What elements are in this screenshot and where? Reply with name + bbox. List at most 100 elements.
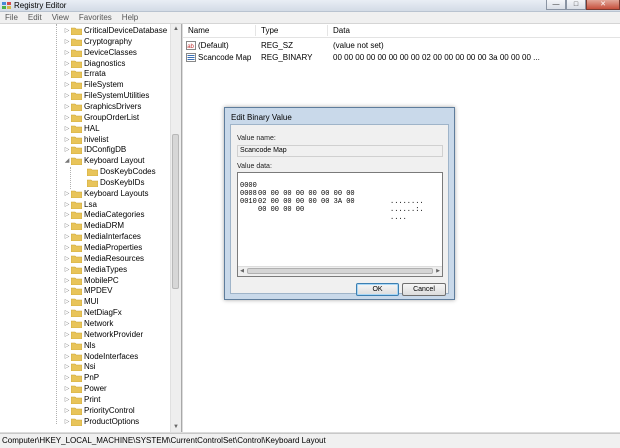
folder-icon: [71, 71, 82, 79]
scroll-down-icon[interactable]: ▼: [171, 422, 181, 432]
expand-arrow-icon[interactable]: ▷: [63, 297, 71, 308]
expand-arrow-icon[interactable]: ▷: [63, 102, 71, 113]
tree-item-label: Print: [84, 394, 101, 404]
maximize-icon: □: [573, 1, 579, 8]
tree-item-label: FileSystem: [84, 80, 124, 90]
folder-icon: [87, 168, 98, 176]
expand-arrow-icon[interactable]: ▷: [63, 189, 71, 200]
folder-icon: [71, 92, 82, 101]
expand-arrow-icon[interactable]: ▷: [63, 352, 71, 363]
expand-arrow-icon[interactable]: ▷: [63, 113, 71, 124]
folder-icon: [71, 353, 82, 361]
cancel-button[interactable]: Cancel: [402, 283, 446, 296]
hex-scroll-thumb[interactable]: [247, 268, 433, 274]
tree-item-label: Keyboard Layouts: [84, 188, 149, 198]
value-type: REG_BINARY: [261, 53, 313, 62]
tree-item-label: DeviceClasses: [84, 47, 137, 57]
expand-arrow-icon[interactable]: ▷: [63, 59, 71, 70]
tree-item-label: Errata: [84, 69, 106, 79]
column-name[interactable]: Name: [188, 24, 209, 37]
menu-edit[interactable]: Edit: [23, 12, 47, 23]
expand-arrow-icon[interactable]: ▷: [63, 395, 71, 406]
expand-arrow-icon[interactable]: ▷: [63, 406, 71, 417]
value-data-hex-editor[interactable]: 0000 00 00 00 00 00 00 00 00 ........ 00…: [237, 172, 443, 277]
scroll-left-icon[interactable]: ◀: [238, 267, 246, 276]
maximize-button[interactable]: □: [566, 0, 586, 10]
tree-item-label: PriorityControl: [84, 405, 135, 415]
expand-arrow-icon[interactable]: ▷: [63, 37, 71, 48]
expand-arrow-icon[interactable]: ▷: [63, 417, 71, 428]
expand-arrow-icon[interactable]: ▷: [63, 232, 71, 243]
menu-help[interactable]: Help: [117, 12, 143, 23]
expand-arrow-icon[interactable]: ▷: [63, 308, 71, 319]
expand-arrow-icon[interactable]: ▷: [63, 210, 71, 221]
close-icon: ✕: [600, 1, 606, 8]
tree-item-label: MediaDRM: [84, 221, 125, 231]
expand-arrow-icon[interactable]: ▷: [63, 243, 71, 254]
menu-favorites[interactable]: Favorites: [74, 12, 117, 23]
ok-button[interactable]: OK: [356, 283, 399, 296]
edit-binary-value-dialog: Edit Binary Value Value name: Scancode M…: [224, 107, 455, 300]
tree-item-label: IDConfigDB: [84, 145, 127, 155]
value-name: Scancode Map: [198, 53, 252, 62]
expand-arrow-icon[interactable]: ▷: [63, 330, 71, 341]
tree-item-label: DosKeybCodes: [100, 167, 156, 176]
expand-arrow-icon[interactable]: ▷: [63, 384, 71, 395]
expand-arrow-icon[interactable]: ▷: [63, 373, 71, 384]
column-separator[interactable]: [327, 25, 328, 36]
tree-item-label: MobilePC: [84, 275, 119, 285]
folder-icon: [71, 255, 82, 263]
scroll-up-icon[interactable]: ▲: [171, 24, 181, 34]
dialog-title: Edit Binary Value: [231, 113, 292, 122]
expand-arrow-icon[interactable]: ▷: [63, 254, 71, 265]
tree-scrollbar[interactable]: ▲ ▼: [170, 24, 181, 432]
hex-horizontal-scrollbar[interactable]: ◀ ▶: [238, 266, 442, 276]
tree-item-label: hivelist: [84, 134, 109, 144]
menu-view[interactable]: View: [47, 12, 74, 23]
value-row-scancode-map[interactable]: Scancode Map REG_BINARY 00 00 00 00 00 0…: [183, 52, 620, 63]
expand-arrow-icon[interactable]: ▷: [63, 145, 71, 156]
close-button[interactable]: ✕: [586, 0, 620, 10]
folder-icon: [71, 288, 82, 296]
expand-arrow-icon[interactable]: ▷: [63, 135, 71, 146]
expand-arrow-icon[interactable]: ▷: [63, 276, 71, 287]
registry-tree[interactable]: ▷ CriticalDeviceDatabase ▷ Cryptography ▷ Dev…: [0, 24, 182, 432]
tree-item-label: Diagnostics: [84, 58, 126, 68]
expand-arrow-icon[interactable]: ▷: [63, 265, 71, 276]
tree-item-label: GroupOrderList: [84, 112, 140, 122]
column-separator[interactable]: [255, 25, 256, 36]
tree-scroll-thumb[interactable]: [172, 134, 179, 289]
expand-arrow-icon[interactable]: ▷: [63, 80, 71, 91]
expand-arrow-icon[interactable]: ▷: [63, 26, 71, 37]
expand-arrow-icon[interactable]: ▷: [63, 221, 71, 232]
menu-file[interactable]: File: [0, 12, 23, 23]
expand-arrow-icon[interactable]: ▷: [63, 48, 71, 59]
column-type[interactable]: Type: [261, 24, 278, 37]
tree-item-label: Nsi: [84, 362, 96, 372]
tree-item-label: MediaCategories: [84, 210, 145, 220]
value-row-default[interactable]: ab (Default) REG_SZ (value not set): [183, 40, 620, 51]
expand-arrow-icon[interactable]: ▷: [63, 200, 71, 211]
tree-item-label: MediaInterfaces: [84, 232, 141, 242]
expand-arrow-icon[interactable]: ▷: [63, 124, 71, 135]
expand-arrow-icon[interactable]: ▷: [63, 91, 71, 102]
column-data[interactable]: Data: [333, 24, 350, 37]
value-name-field: Scancode Map: [237, 145, 443, 157]
tree-item-label: DosKeybIDs: [100, 177, 145, 187]
expand-arrow-icon[interactable]: ▷: [63, 286, 71, 297]
folder-icon: [71, 157, 82, 166]
scroll-right-icon[interactable]: ▶: [434, 267, 442, 276]
key-path: Computer\HKEY_LOCAL_MACHINE\SYSTEM\Curre…: [2, 436, 326, 445]
expand-arrow-icon[interactable]: ▷: [63, 69, 71, 80]
value-name-label: Value name:: [237, 135, 276, 142]
minimize-button[interactable]: —: [546, 0, 566, 10]
hex-bytes: 00 00 00 00: [258, 206, 305, 214]
expand-arrow-icon[interactable]: ▷: [63, 319, 71, 330]
folder-icon: [71, 114, 82, 122]
collapse-arrow-icon[interactable]: ◢: [63, 156, 71, 167]
expand-arrow-icon[interactable]: ▷: [63, 362, 71, 373]
tree-item-label: PnP: [84, 373, 100, 383]
folder-icon: [71, 331, 82, 339]
tree-item-label: MediaProperties: [84, 243, 143, 252]
expand-arrow-icon[interactable]: ▷: [63, 341, 71, 352]
